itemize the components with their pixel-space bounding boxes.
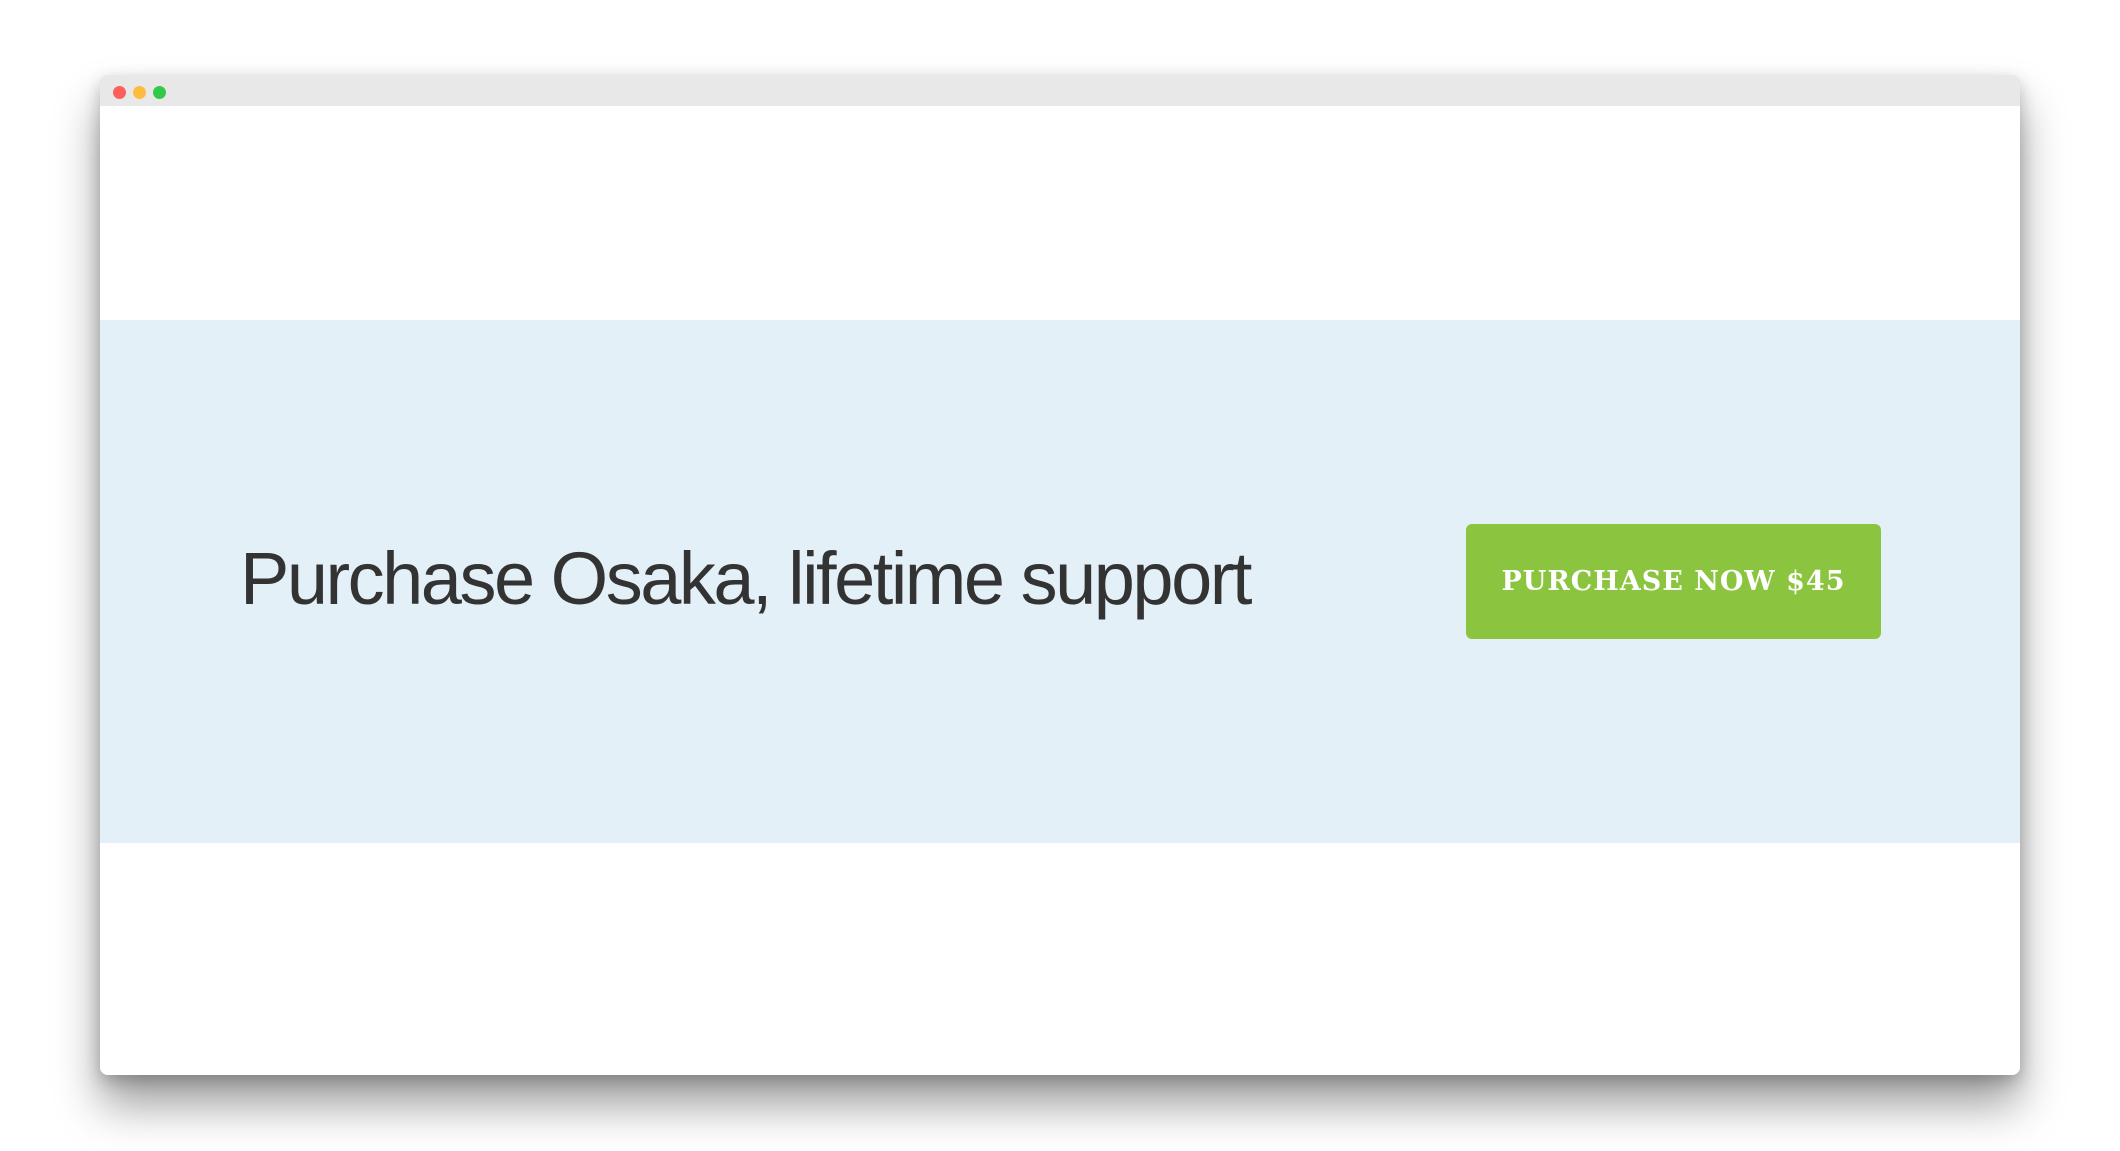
window-titlebar	[100, 75, 2020, 106]
purchase-now-button[interactable]: PURCHASE NOW $45	[1466, 524, 1881, 639]
maximize-icon[interactable]	[153, 86, 166, 99]
page-content: Purchase Osaka, lifetime support PURCHAS…	[100, 106, 2020, 1075]
purchase-cta-section: Purchase Osaka, lifetime support PURCHAS…	[100, 320, 2020, 843]
browser-window: Purchase Osaka, lifetime support PURCHAS…	[100, 75, 2020, 1075]
close-icon[interactable]	[113, 86, 126, 99]
minimize-icon[interactable]	[133, 86, 146, 99]
cta-headline: Purchase Osaka, lifetime support	[240, 537, 1252, 620]
